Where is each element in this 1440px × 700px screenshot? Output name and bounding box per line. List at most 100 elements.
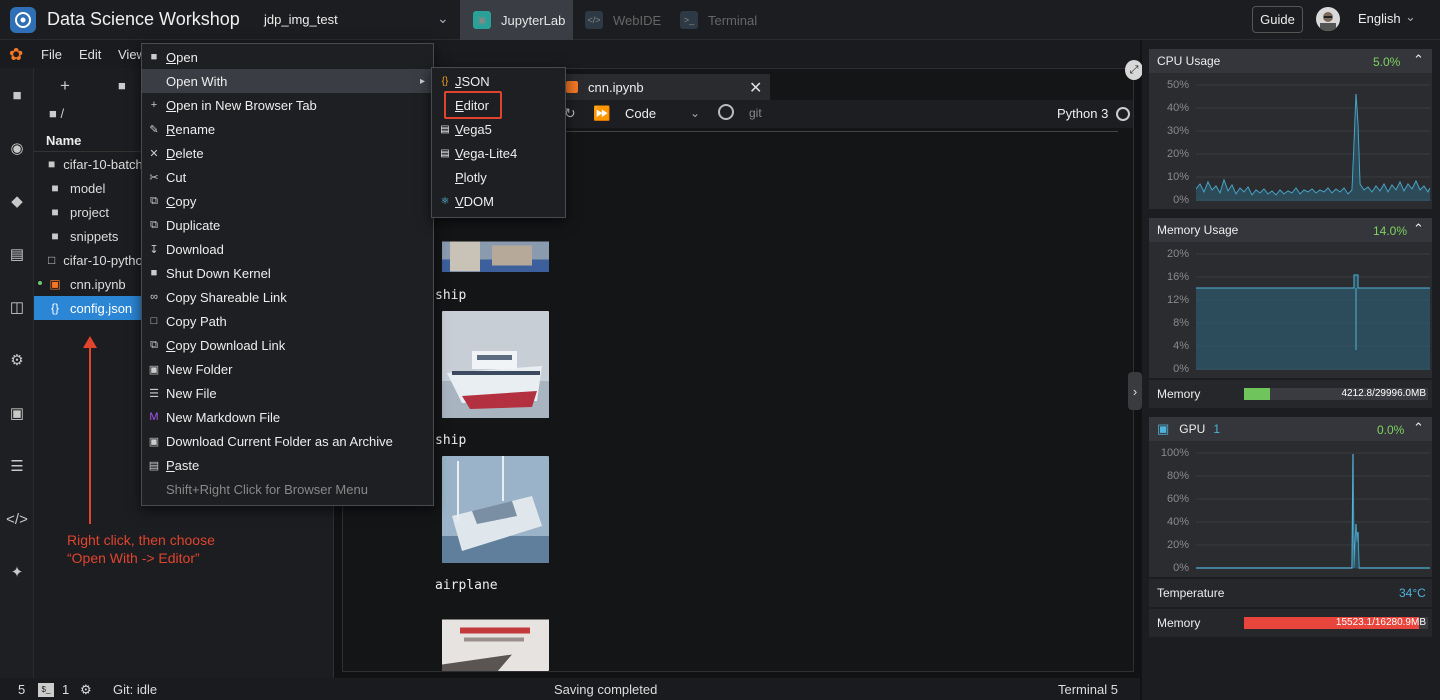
menu-item-cut[interactable]: ✂ Cut — [142, 165, 433, 189]
memory-y-tick: 4% — [1173, 340, 1189, 352]
menu-item-copy[interactable]: ⧉ Copy — [142, 189, 433, 213]
chevron-down-icon[interactable]: ⌄ — [690, 106, 700, 120]
submenu-item-plotly[interactable]: Plotly — [432, 165, 565, 189]
menu-item-label: Shift+Right Click for Browser Menu — [166, 481, 368, 497]
chevron-up-icon[interactable]: ⌃ — [1413, 52, 1424, 68]
close-icon[interactable]: ✕ — [749, 78, 762, 98]
submenu-item-json[interactable]: {} JSON — [432, 69, 565, 93]
list-item[interactable]: □cifar-10-python.tar.gz — [34, 248, 144, 272]
memory-y-tick: 20% — [1166, 248, 1189, 260]
workspace-select[interactable]: jdp_img_test — [264, 12, 338, 27]
list-item[interactable]: ▣ cnn.ipynb — [34, 272, 144, 296]
running-icon[interactable]: ◉ — [6, 137, 28, 159]
memory-y-tick: 12% — [1166, 294, 1189, 306]
status-count[interactable]: 5 — [18, 682, 25, 697]
list-icon[interactable]: ☰ — [6, 455, 28, 477]
code-icon[interactable]: </> — [6, 508, 28, 530]
menu-item-label: Paste — [166, 457, 200, 473]
chevron-up-icon[interactable]: ⌃ — [1413, 420, 1424, 436]
stop-icon: ■ — [150, 267, 158, 279]
database-icon[interactable]: ◫ — [6, 296, 28, 318]
folder-icon[interactable]: ■ — [6, 84, 28, 106]
window-icon[interactable]: ▣ — [6, 402, 28, 424]
status-count[interactable]: 1 — [62, 682, 69, 697]
menu-item-open-with[interactable]: Open With — [142, 69, 433, 93]
puzzle-icon[interactable]: ✦ — [6, 561, 28, 583]
scissors-icon: ✂ — [149, 171, 159, 184]
gear-icon[interactable]: ⚙ — [80, 682, 92, 698]
breadcrumb[interactable]: ■ / — [49, 106, 64, 121]
menu-item-open-in-new-browser-tab[interactable]: + Open in New Browser Tab — [142, 93, 433, 117]
menu-item-open[interactable]: ■ Open — [142, 45, 433, 69]
menu-item-shift-right-click-for-browser-menu: Shift+Right Click for Browser Menu — [142, 477, 433, 501]
submenu-item-vdom[interactable]: ⚛ VDOM — [432, 189, 565, 213]
expand-icon[interactable]: ⤢ — [1125, 60, 1143, 80]
output-image — [442, 311, 549, 418]
gpu-y-tick: 100% — [1160, 447, 1189, 459]
cpu-y-tick: 20% — [1166, 148, 1189, 160]
memory-usage-header[interactable]: Memory Usage 14.0% ⌃ — [1149, 218, 1432, 242]
new-folder-icon[interactable]: ■ — [118, 78, 126, 93]
gpu-y-tick: 0% — [1173, 562, 1189, 574]
list-item[interactable]: ■ snippets — [34, 224, 144, 248]
chevron-right-icon: ▸ — [420, 76, 426, 87]
git-button[interactable]: git — [749, 106, 762, 120]
run-all-icon[interactable]: ⏩ — [593, 105, 610, 122]
git-icon[interactable]: ◆ — [6, 190, 28, 212]
menu-item-new-folder[interactable]: ▣ New Folder — [142, 357, 433, 381]
cpu-chart — [1196, 84, 1430, 201]
menu-item-download-current-folder-as-an-archive[interactable]: ▣ Download Current Folder as an Archive — [142, 429, 433, 453]
terminal-icon[interactable]: $_ — [38, 683, 54, 697]
clipboard-icon[interactable]: ▤ — [6, 243, 28, 265]
submenu-item-vega5[interactable]: ▤ Vega5 — [432, 117, 565, 141]
terminal-status[interactable]: Terminal 5 — [1058, 682, 1118, 697]
menu-item-copy-shareable-link[interactable]: ∞ Copy Shareable Link — [142, 285, 433, 309]
list-item[interactable]: ■ model — [34, 176, 144, 200]
new-launcher-button[interactable]: + — [60, 76, 70, 96]
gpu-memory-row: Memory 15523.1/16280.9MB — [1149, 609, 1432, 637]
folder-icon: ■ — [49, 106, 61, 121]
avatar[interactable] — [1316, 7, 1340, 31]
menu-edit[interactable]: Edit — [79, 47, 101, 62]
gear-icon[interactable]: ⚙ — [6, 349, 28, 371]
menu-item-new-markdown-file[interactable]: M New Markdown File — [142, 405, 433, 429]
gpu-header[interactable]: ▣ GPU 1 0.0% ⌃ — [1149, 417, 1432, 441]
menu-item-copy-path[interactable]: □ Copy Path — [142, 309, 433, 333]
folder-icon: ■ — [51, 181, 59, 195]
menu-item-shut-down-kernel[interactable]: ■ Shut Down Kernel — [142, 261, 433, 285]
tab-terminal[interactable]: >_ Terminal — [680, 0, 757, 40]
menu-file[interactable]: File — [41, 47, 62, 62]
clock-icon[interactable] — [718, 104, 734, 120]
language-select[interactable]: English — [1358, 11, 1401, 26]
tab-jupyterlab[interactable]: ▣ JupyterLab — [460, 0, 573, 40]
list-item[interactable]: ■cifar-10-batches-py — [34, 152, 144, 176]
collapse-sidebar-button[interactable]: › — [1128, 372, 1142, 410]
folder-icon: ■ — [48, 157, 56, 171]
chevron-down-icon[interactable]: ⌄ — [437, 10, 449, 27]
output-label: ship — [435, 288, 467, 303]
list-item[interactable]: ■ project — [34, 200, 144, 224]
name-column-header[interactable]: Name — [34, 128, 144, 152]
guide-button[interactable]: Guide — [1252, 6, 1303, 33]
submenu-item-vega-lite4[interactable]: ▤ Vega-Lite4 — [432, 141, 565, 165]
menu-item-rename[interactable]: ✎ Rename — [142, 117, 433, 141]
gpu-memory-bar: 15523.1/16280.9MB — [1244, 617, 1428, 629]
menu-item-copy-download-link[interactable]: ⧉ Copy Download Link — [142, 333, 433, 357]
menu-item-delete[interactable]: ✕ Delete — [142, 141, 433, 165]
cpu-header[interactable]: CPU Usage 5.0% ⌃ — [1149, 49, 1432, 73]
list-item-selected[interactable]: {} config.json — [34, 296, 144, 320]
menu-item-download[interactable]: ↧ Download — [142, 237, 433, 261]
menu-item-paste[interactable]: ▤ Paste — [142, 453, 433, 477]
menu-item-label: Shut Down Kernel — [166, 265, 271, 281]
copy-icon: ⧉ — [150, 218, 158, 231]
gpu-y-tick: 20% — [1166, 539, 1189, 551]
menu-item-new-file[interactable]: ☰ New File — [142, 381, 433, 405]
cell-type-select[interactable]: Code — [625, 106, 656, 121]
menu-item-duplicate[interactable]: ⧉ Duplicate — [142, 213, 433, 237]
menu-item-label: Copy Path — [166, 313, 227, 329]
tab-webide[interactable]: </> WebIDE — [585, 0, 661, 40]
tab-notebook[interactable]: cnn.ipynb — [560, 74, 770, 100]
chevron-down-icon[interactable]: ⌄ — [1405, 9, 1416, 25]
chevron-up-icon[interactable]: ⌃ — [1413, 221, 1424, 237]
kernel-name[interactable]: Python 3 — [1057, 106, 1108, 121]
